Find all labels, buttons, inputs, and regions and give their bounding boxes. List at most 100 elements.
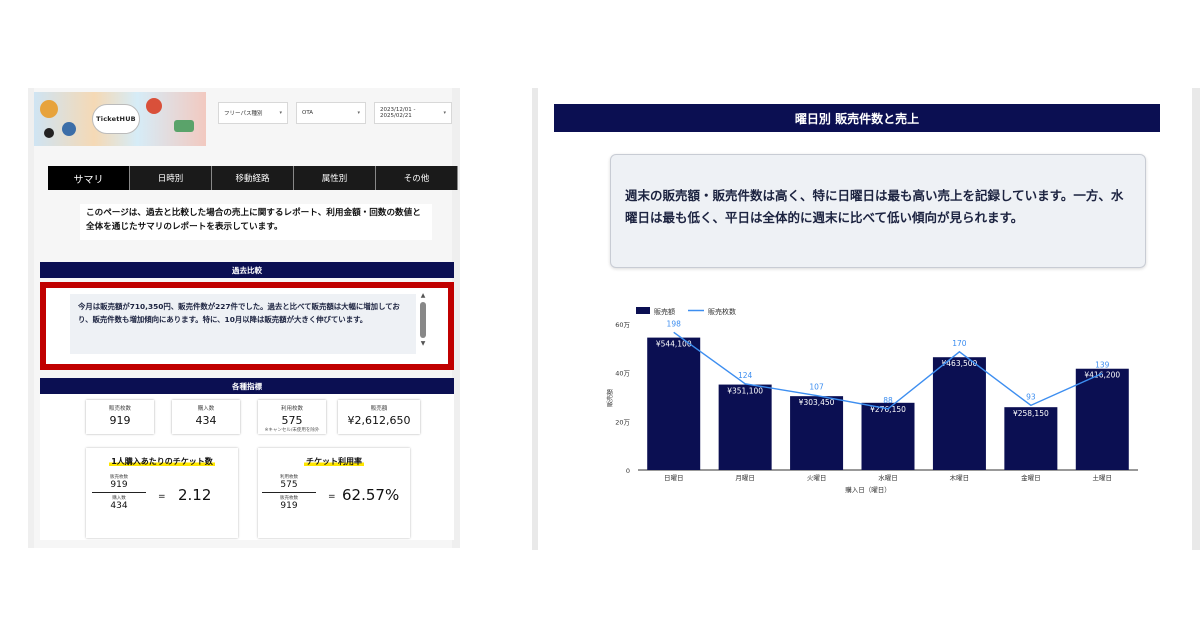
usage-rate-card: チケット利用率 利用枚数 575 販売枚数 919 = 62.57% [258,448,410,538]
compare-text-area: 今月は販売額が710,350円、販売件数が227件でした。過去と比べて販売額は大… [70,294,416,354]
kpi-sales-amount: 販売額 ¥2,612,650 [338,400,420,434]
tab-attribute[interactable]: 属性別 [294,166,376,190]
report-canvas: 曜日別 販売件数と売上 週末の販売額・販売件数は高く、特に日曜日は最も高い売上を… [538,88,1192,550]
line-data-label: 88 [883,396,893,405]
kpi-tickets-used: 利用枚数 575 ※キャンセル/未使用を除外 [258,400,326,434]
x-tick-label: 土曜日 [1093,473,1113,482]
line-data-label: 107 [809,383,824,392]
equals-sign: = [328,492,336,502]
bar-sales [647,337,701,470]
denominator-value: 919 [280,501,298,511]
x-tick-label: 水曜日 [878,473,898,482]
bar-data-label: ¥303,450 [799,398,835,407]
tab-other[interactable]: その他 [376,166,458,190]
pass-type-filter-label: フリーパス種別 [224,111,263,117]
date-range-filter-label: 2023/12/01 - 2025/02/21 [380,107,416,119]
sun-icon [40,100,58,118]
tab-datetime[interactable]: 日時別 [130,166,212,190]
weekday-report-panel: 曜日別 販売件数と売上 週末の販売額・販売件数は高く、特に日曜日は最も高い売上を… [532,88,1200,550]
kpi-value: 919 [109,414,131,427]
ota-filter[interactable]: OTA ▾ [296,102,366,124]
pass-type-filter[interactable]: フリーパス種別 ▾ [218,102,288,124]
legend-label-count: 販売枚数 [708,307,736,316]
chart-summary: 週末の販売額・販売件数は高く、特に日曜日は最も高い売上を記録しています。一方、水… [610,154,1146,268]
chart-heading: 曜日別 販売件数と売上 [554,104,1160,132]
x-axis-title: 購入日（曜日） [845,485,891,494]
logo: TicketHUB [92,104,140,134]
report-tabs: サマリ 日時別 移動経路 属性別 その他 [48,166,458,190]
logo-text: TicketHUB [96,115,136,123]
kpi-label: 販売額 [370,406,388,412]
bar-sales [1075,368,1129,470]
ratio-title-text: 1人購入あたりのチケット数 [109,457,215,466]
y-tick-label: 40万 [615,370,630,378]
tab-route[interactable]: 移動経路 [212,166,294,190]
line-data-label: 139 [1095,360,1110,369]
fraction-line [262,492,316,493]
metrics-heading: 各種指標 [40,378,454,394]
kpi-value: ¥2,612,650 [347,414,411,427]
weekday-sales-chart: 販売額 販売枚数020万40万60万販売額¥544,100日曜日¥351,100月… [606,307,1138,494]
chevron-down-icon: ▾ [357,110,360,116]
chevron-down-icon: ▾ [279,110,282,116]
scroll-down-icon[interactable]: ▼ [418,340,428,348]
summary-report-panel: TicketHUB フリーパス種別 ▾ OTA ▾ 2023/12/01 - 2… [28,88,460,548]
x-tick-label: 火曜日 [807,474,827,482]
bar-data-label: ¥258,150 [1013,409,1049,418]
kpi-label: 購入数 [197,406,215,412]
bar-data-label: ¥351,100 [727,387,763,396]
kpi-value: 434 [195,414,217,427]
scrollbar-thumb[interactable] [420,302,426,338]
compare-highlight-box: 今月は販売額が710,350円、販売件数が227件でした。過去と比べて販売額は大… [40,282,454,370]
numerator-value: 919 [110,480,128,490]
line-data-label: 198 [667,319,682,328]
fraction: 販売枚数 919 購入数 434 [92,474,146,511]
kpi-label: 利用枚数 [280,406,303,412]
ticket-icon [174,120,194,132]
y-tick-label: 20万 [615,418,630,426]
kpi-label: 販売枚数 [108,406,131,412]
ratio-result: 62.57% [342,486,400,504]
logo-banner: TicketHUB [34,92,206,146]
kpi-tickets-sold: 販売枚数 919 [86,400,154,434]
bar-sales [790,396,844,470]
legend-label-sales: 販売額 [654,307,675,316]
chevron-down-icon: ▾ [443,110,446,116]
y-axis-title: 販売額 [606,389,614,407]
bar-sales [718,384,772,470]
report-canvas: TicketHUB フリーパス種別 ▾ OTA ▾ 2023/12/01 - 2… [34,88,458,548]
line-data-label: 170 [952,339,967,348]
globe-icon [62,122,76,136]
y-tick-label: 0 [626,467,630,475]
tickets-per-purchase-card: 1人購入あたりのチケット数 販売枚数 919 購入数 434 = 2.12 [86,448,238,538]
bar-sales [932,357,986,470]
compare-heading: 過去比較 [40,262,454,278]
metrics-area: 販売枚数 919 購入数 434 利用枚数 575 ※キャンセル/未使用を除外 … [40,394,454,540]
x-tick-label: 金曜日 [1021,473,1041,482]
kpi-value: 575 [281,414,303,427]
line-data-label: 124 [738,371,753,380]
kpi-purchases: 購入数 434 [172,400,240,434]
numerator-value: 575 [280,480,298,490]
ratio-result: 2.12 [178,486,212,504]
fraction-line [92,492,146,493]
equals-sign: = [158,492,166,502]
kpi-note: ※キャンセル/未使用を除外 [264,428,320,433]
ota-filter-label: OTA [302,110,314,116]
balloon-icon [146,98,162,114]
camera-icon [44,128,54,138]
denominator-value: 434 [110,501,128,511]
compare-scrollbar[interactable]: ▲ ▼ [418,292,428,360]
ratio-title: チケット利用率 [258,456,410,467]
page-description: このページは、過去と比較した場合の売上に関するレポート、利用金額・回数の数値と全… [80,204,432,240]
compare-text: 今月は販売額が710,350円、販売件数が227件でした。過去と比べて販売額は大… [78,302,400,324]
x-tick-label: 日曜日 [664,474,684,482]
date-range-filter[interactable]: 2023/12/01 - 2025/02/21 ▾ [374,102,452,124]
y-tick-label: 60万 [615,321,630,329]
line-data-label: 93 [1026,392,1036,401]
tab-summary[interactable]: サマリ [48,166,130,190]
x-tick-label: 月曜日 [735,474,755,482]
x-tick-label: 木曜日 [950,473,970,482]
ratio-title-text: チケット利用率 [304,457,364,466]
scroll-up-icon[interactable]: ▲ [418,292,428,300]
